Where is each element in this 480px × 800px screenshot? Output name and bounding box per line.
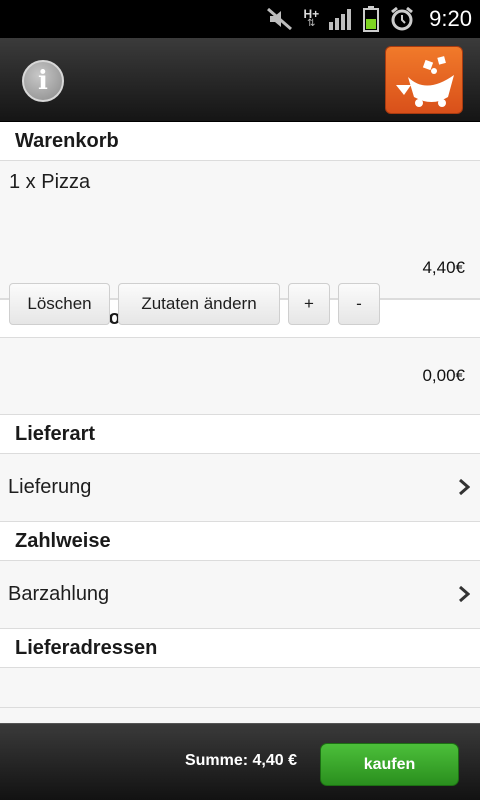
payment-method-value: Barzahlung [8,583,110,605]
minus-button[interactable]: - [338,283,380,325]
item-actions: Löschen Zutaten ändern + - [9,283,380,325]
action-bar: i [0,38,480,122]
payment-method-row[interactable]: Barzahlung [0,561,480,629]
total-label: Summe: 4,40 € [184,752,297,769]
cart-item-row: 1 x Pizza 4,40€ Löschen Zutaten ändern +… [0,161,480,325]
battery-icon [363,6,380,32]
chevron-right-icon [459,585,470,603]
fee-row: 0,00€ [0,338,480,415]
cart-icon [396,56,454,107]
info-icon[interactable]: i [22,60,64,102]
delivery-type-row[interactable]: Lieferung [0,454,480,522]
buy-button[interactable]: kaufen [320,743,459,786]
item-price: 4,40€ [422,258,465,277]
bottom-bar: Summe: 4,40 € kaufen [0,723,480,800]
plus-button[interactable]: + [288,283,330,325]
delivery-type-value: Lieferung [8,476,92,498]
edit-ingredients-button[interactable]: Zutaten ändern [118,283,280,325]
item-name: 1 x Pizza [9,171,91,193]
chevron-right-icon [459,478,470,496]
section-header-addresses: Lieferadressen [0,629,480,668]
mute-icon [267,8,293,30]
signal-icon [329,9,352,30]
section-header-delivery: Lieferart [0,415,480,454]
status-bar: H+ ⇅ 9:20 [0,0,480,38]
cart-content: Warenkorb 1 x Pizza 4,40€ Löschen Zutate… [0,122,480,723]
fee-price: 0,00€ [422,366,465,385]
section-header-cart: Warenkorb [0,122,480,161]
cart-button[interactable] [385,46,463,114]
status-time: 9:20 [429,6,472,31]
network-type-icon: H+ ⇅ [303,7,320,29]
delete-button[interactable]: Löschen [9,283,110,325]
address-row[interactable] [0,668,480,708]
alarm-icon [391,6,414,31]
section-header-payment: Zahlweise [0,522,480,561]
